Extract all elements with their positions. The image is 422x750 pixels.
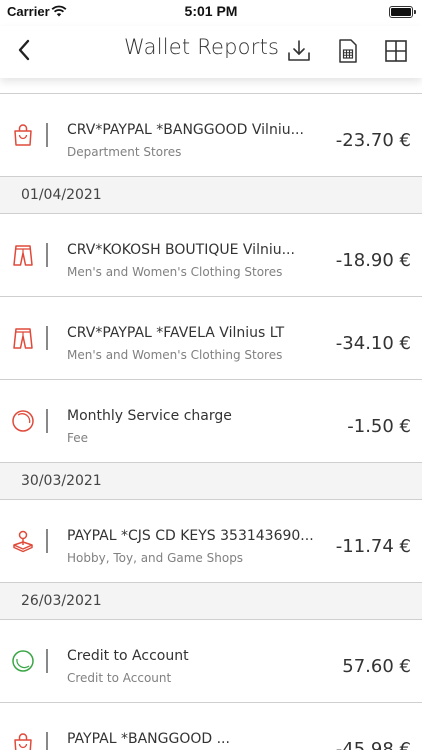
- service-charge-circle-icon: [12, 410, 34, 432]
- row-divider: [46, 409, 48, 433]
- shopping-bag-icon: [14, 733, 32, 750]
- grid-icon: [385, 40, 407, 62]
- date-section-header: 30/03/2021: [0, 463, 422, 500]
- date-section-header: 26/03/2021: [0, 583, 422, 620]
- date-section-header: 01/04/2021: [0, 177, 422, 214]
- transaction-merchant: Credit to Account: [67, 648, 189, 664]
- transaction-row[interactable]: Credit to Account Credit to Account 57.6…: [0, 620, 422, 703]
- transaction-category: Credit to Account: [67, 671, 172, 685]
- transaction-row[interactable]: Monthly Service charge Fee -1.50 €: [0, 380, 422, 463]
- download-icon: [288, 40, 310, 61]
- chevron-left-icon: [18, 39, 30, 61]
- trousers-icon: [13, 245, 33, 266]
- row-divider: [46, 529, 48, 553]
- row-divider: [46, 732, 48, 750]
- shopping-bag-icon: [14, 124, 32, 146]
- transaction-category: Men's and Women's Clothing Stores: [67, 348, 283, 362]
- transaction-amount: -11.74 €: [335, 536, 411, 557]
- transaction-amount: -18.90 €: [335, 250, 411, 271]
- back-button[interactable]: [10, 36, 38, 64]
- download-button[interactable]: [284, 36, 314, 66]
- transaction-row[interactable]: CRV*PAYPAL *BANGGOOD Vilniu... Departmen…: [0, 94, 422, 177]
- status-bar: Carrier 5:01 PM: [0, 0, 422, 26]
- row-divider: [46, 123, 48, 147]
- credit-circle-icon: [12, 650, 34, 672]
- row-divider: [46, 649, 48, 673]
- date-label: 26/03/2021: [21, 593, 102, 609]
- row-divider: [46, 243, 48, 267]
- list-top-spacer: [0, 78, 422, 94]
- transaction-row[interactable]: CRV*PAYPAL *FAVELA Vilnius LT Men's and …: [0, 297, 422, 380]
- transaction-category: Department Stores: [67, 145, 182, 159]
- date-label: 01/04/2021: [21, 187, 102, 203]
- row-divider: [46, 326, 48, 350]
- clock-label: 5:01 PM: [184, 3, 238, 19]
- transaction-amount: -34.10 €: [335, 333, 411, 354]
- transaction-merchant: Monthly Service charge: [67, 408, 232, 424]
- transaction-amount: -1.50 €: [347, 416, 411, 437]
- spreadsheet-export-button[interactable]: [333, 36, 363, 66]
- grid-view-button[interactable]: [381, 36, 411, 66]
- transaction-list: CRV*PAYPAL *BANGGOOD Vilniu... Departmen…: [0, 78, 422, 750]
- transaction-amount: -45.98 €: [335, 739, 411, 750]
- navigation-bar: Wallet Reports: [0, 26, 422, 78]
- page-title: Wallet Reports: [124, 35, 280, 59]
- transaction-category: Fee: [67, 431, 89, 445]
- transaction-amount: -23.70 €: [335, 130, 411, 151]
- transaction-merchant: CRV*PAYPAL *FAVELA Vilnius LT: [67, 325, 285, 341]
- joystick-icon: [13, 530, 33, 553]
- transaction-merchant: CRV*PAYPAL *BANGGOOD Vilniu...: [67, 122, 304, 138]
- date-label: 30/03/2021: [21, 473, 102, 489]
- transaction-category: Hobby, Toy, and Game Shops: [67, 551, 244, 565]
- spreadsheet-file-icon: [339, 39, 357, 63]
- transaction-row[interactable]: PAYPAL *CJS CD KEYS 353143690... Hobby, …: [0, 500, 422, 583]
- transaction-amount: 57.60 €: [342, 656, 411, 677]
- transaction-merchant: CRV*KOKOSH BOUTIQUE Vilniu...: [67, 242, 295, 258]
- transaction-merchant: PAYPAL *CJS CD KEYS 353143690...: [67, 528, 314, 544]
- transaction-row[interactable]: CRV*KOKOSH BOUTIQUE Vilniu... Men's and …: [0, 214, 422, 297]
- trousers-icon: [13, 328, 33, 349]
- transaction-merchant: PAYPAL *BANGGOOD ...: [67, 731, 230, 747]
- battery-icon: [389, 6, 416, 18]
- transaction-row[interactable]: PAYPAL *BANGGOOD ... -45.98 €: [0, 703, 422, 750]
- transaction-category: Men's and Women's Clothing Stores: [67, 265, 283, 279]
